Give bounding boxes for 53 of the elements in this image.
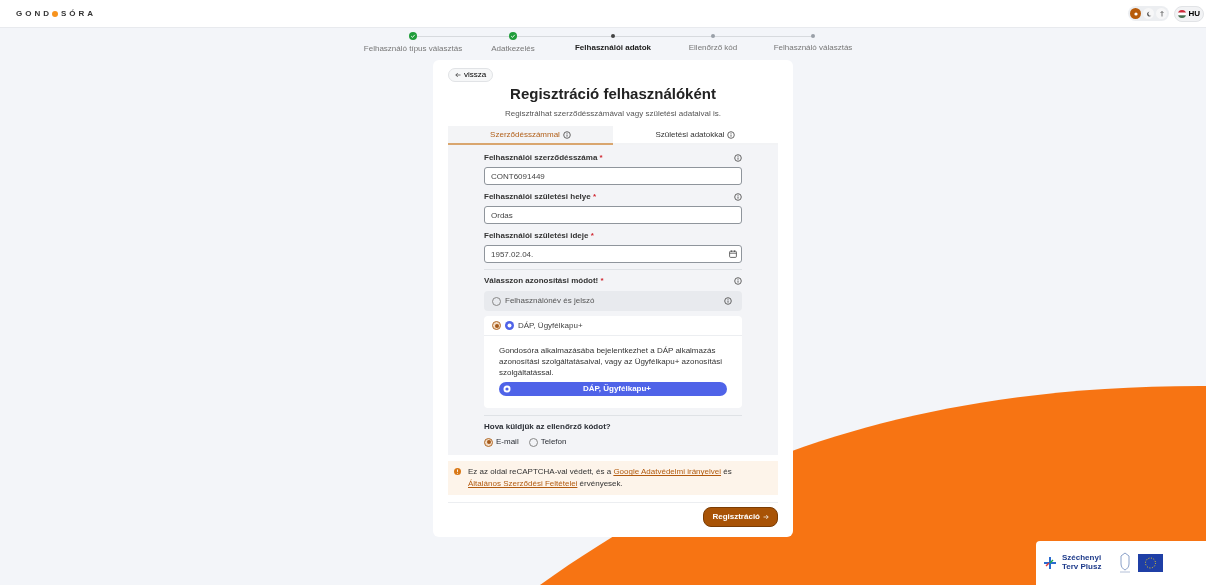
auth-option-card[interactable]: DÁP, Ügyfélkapu+ Gondosóra alkalmazásába bejelentkezhet a DÁP alkalmazás azonosítási szolgáltatásaival, vagy az Ügyfélkapu+ azonosítási szolgáltatással. DÁP, Ügyfélkapu+ bbox=[484, 316, 742, 409]
step-label: Felhasználói adatok bbox=[575, 42, 651, 54]
auth-option[interactable]: Felhasználónév és jelszó bbox=[484, 291, 742, 311]
ring-icon bbox=[503, 385, 511, 394]
step-label: Felhasználó választás bbox=[773, 42, 853, 54]
hungary-flag-icon bbox=[1178, 9, 1187, 18]
delivery-label: Hova küldjük az ellenőrző kódot? bbox=[484, 421, 612, 434]
warning-icon bbox=[454, 468, 461, 476]
info-icon[interactable] bbox=[734, 277, 742, 285]
radio-button[interactable] bbox=[484, 437, 493, 447]
field-label: Felhasználói születési helye * bbox=[484, 191, 597, 203]
link[interactable]: Általános Szerződési Feltételei bbox=[468, 479, 578, 488]
back-button[interactable]: vissza bbox=[448, 68, 494, 82]
arrow-left-icon bbox=[455, 72, 461, 78]
logo: GOND SÓRA bbox=[16, 7, 97, 20]
sun-icon[interactable] bbox=[1130, 8, 1142, 19]
eu-flag-icon bbox=[1138, 554, 1163, 572]
contrast-icon[interactable] bbox=[1156, 8, 1168, 19]
input-field[interactable]: Ordas bbox=[484, 206, 742, 224]
date-field[interactable]: 1957.02.04. bbox=[484, 245, 742, 263]
calendar-icon[interactable] bbox=[729, 250, 737, 258]
dap-login-button[interactable]: DÁP, Ügyfélkapu+ bbox=[499, 382, 727, 397]
step-label: Ellenőrző kód bbox=[688, 42, 738, 54]
info-icon[interactable] bbox=[734, 154, 742, 162]
tab[interactable]: Szerződésszámmal bbox=[448, 126, 613, 145]
step-label: Adatkezelés bbox=[491, 43, 535, 55]
info-icon[interactable] bbox=[724, 297, 732, 305]
link[interactable]: Google Adatvédelmi irányelvei bbox=[613, 467, 721, 477]
notice-text: Ez az oldal reCAPTCHA-val védett, és a Google Adatvédelmi irányelvei és Általános Szerződési Feltételei érvényesek. bbox=[468, 467, 732, 488]
option-label: Felhasználónév és jelszó bbox=[505, 295, 595, 307]
field-label: Felhasználói szerződésszáma * bbox=[484, 152, 603, 164]
language-button[interactable]: HU bbox=[1174, 5, 1204, 22]
radio-button[interactable] bbox=[492, 321, 501, 330]
dap-logo-icon bbox=[505, 321, 514, 330]
info-icon[interactable] bbox=[727, 131, 736, 139]
option-description: Gondosóra alkalmazásába bejelentkezhet a DÁP alkalmazás azonosítási szolgáltatásaival, vagy az Ügyfélkapu+ azonosítási szolgáltatással. bbox=[498, 345, 723, 379]
arrow-right-icon bbox=[763, 513, 769, 520]
field-label: Válasszon azonosítási módot! * bbox=[484, 275, 604, 287]
funding-logo-title: Széchenyi Terv Plusz bbox=[1062, 554, 1103, 572]
subtitle: Regisztrálhat szerződésszámával vagy születési adataival is. bbox=[503, 108, 723, 120]
step-label: Felhasználó típus választás bbox=[363, 43, 463, 55]
option-label: DÁP, Ügyfélkapu+ bbox=[518, 319, 583, 332]
info-icon[interactable] bbox=[734, 193, 742, 201]
radio-label: E-mail bbox=[496, 436, 519, 449]
moon-icon[interactable] bbox=[1143, 8, 1155, 19]
info-icon[interactable] bbox=[562, 131, 571, 139]
page-title: Regisztráció felhasználóként bbox=[509, 85, 717, 103]
field-label: Felhasználói születési ideje * bbox=[484, 230, 594, 242]
cross-logo-icon bbox=[1044, 557, 1056, 569]
input-field[interactable]: CONT6091449 bbox=[484, 167, 742, 185]
coat-of-arms-icon bbox=[1118, 552, 1132, 574]
radio-label: Telefon bbox=[540, 436, 567, 449]
register-button[interactable]: Regisztráció bbox=[703, 506, 778, 527]
